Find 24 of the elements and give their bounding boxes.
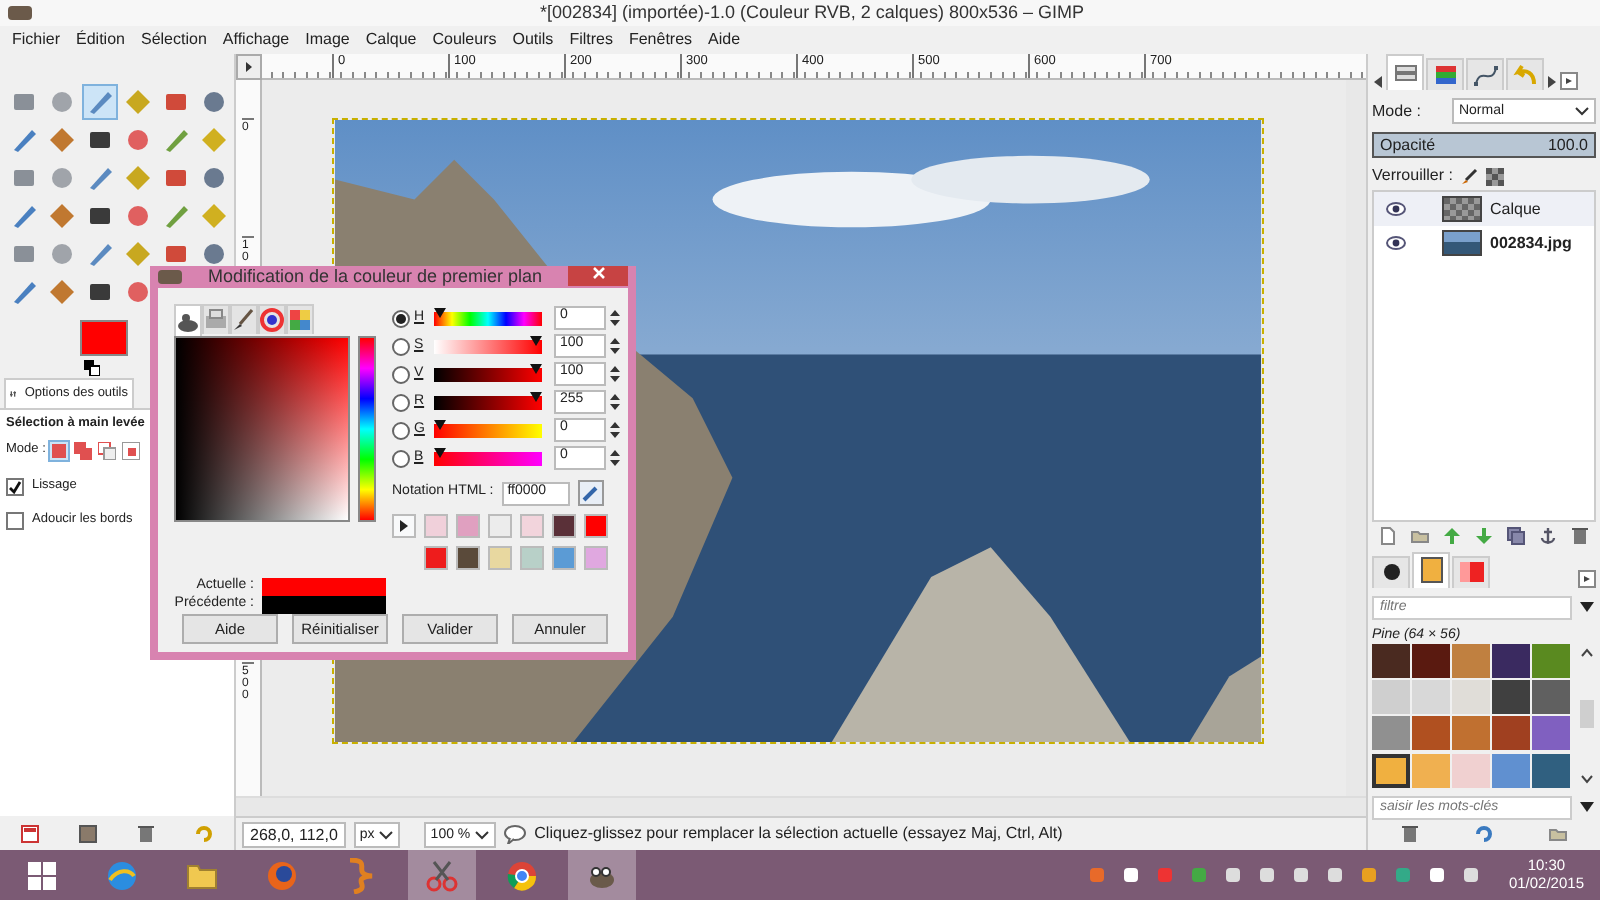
opacity-slider[interactable]: Opacité 100.0 [1372,132,1596,159]
menu-item[interactable]: Aide [700,26,749,54]
menu-item[interactable]: Outils [504,26,562,54]
lock-label: Verrouiller : [1372,166,1453,186]
menu-item[interactable]: Image [297,26,358,54]
layer-name: Calque [1490,199,1541,219]
layer-row[interactable]: Calque [1374,191,1594,226]
status-message: Cliquez-glissez pour remplacer la sélection actuelle (essayez Maj, Ctrl, Alt) [534,824,1063,844]
coordinates-readout: 268,0, 112,0 [242,821,346,847]
menu-item[interactable]: Fichier [4,26,69,54]
mode-label: Mode : [1372,101,1421,121]
menu-item[interactable]: Calque [357,26,425,54]
layer-name: 002834.jpg [1490,233,1572,253]
menu-item[interactable]: Filtres [561,26,621,54]
slider-label: Opacité [1380,135,1436,155]
menu-item[interactable]: Sélection [132,26,215,54]
menu-item[interactable]: Fenêtres [620,26,701,54]
layer-row[interactable]: 002834.jpg [1374,225,1594,260]
slider-value: 100.0 [1547,135,1588,155]
menu-item[interactable]: Couleurs [424,26,505,54]
menu-item[interactable]: Affichage [214,26,298,54]
window-title: *[002834] (importée)-1.0 (Couleur RVB, 2 calques) 800x536 – GIMP [538,2,1086,24]
menu-item[interactable]: Édition [68,26,133,54]
dialog-title: Modification de la couleur de premier plan [205,266,545,288]
